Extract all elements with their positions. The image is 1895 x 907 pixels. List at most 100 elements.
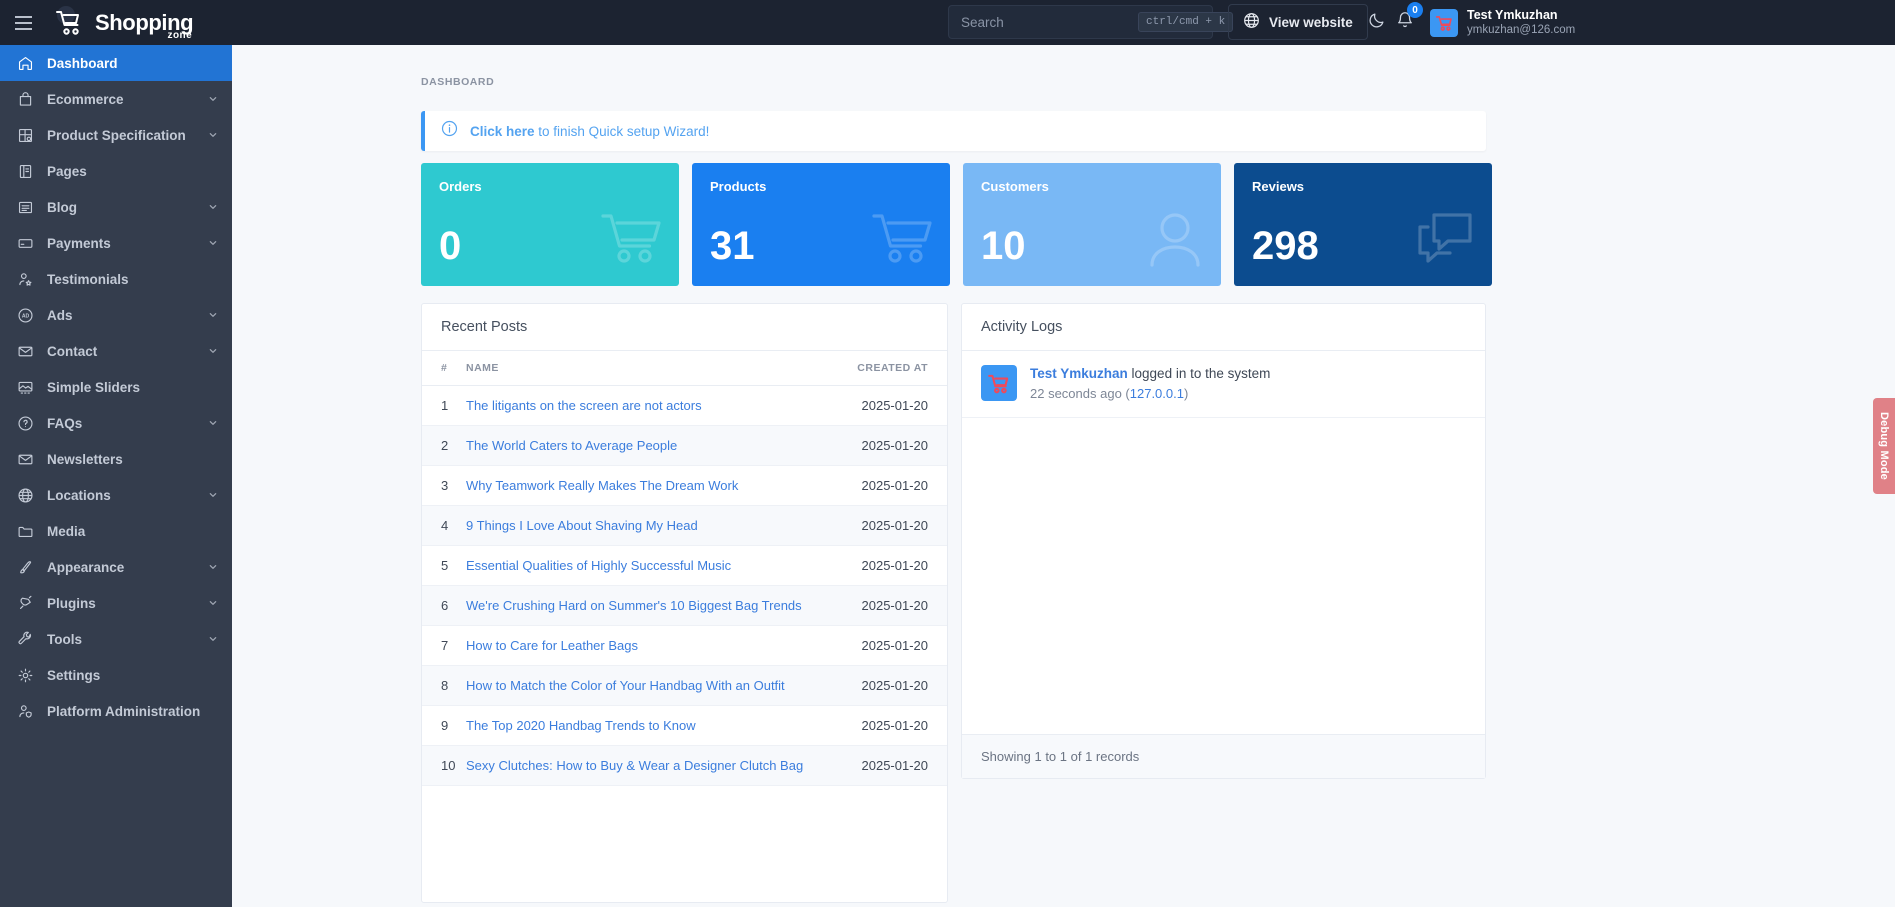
sidebar-item-product-specification[interactable]: Product Specification [0, 117, 232, 153]
chevron-down-icon[interactable] [208, 596, 218, 611]
post-link[interactable]: Why Teamwork Really Makes The Dream Work [466, 478, 738, 493]
avatar [1430, 9, 1458, 37]
sidebar-item-dashboard[interactable]: Dashboard [0, 45, 232, 81]
chevron-down-icon[interactable] [208, 632, 218, 647]
menu-toggle-icon[interactable] [0, 0, 46, 45]
sidebar-item-payments[interactable]: Payments [0, 225, 232, 261]
notifications-button[interactable]: 0 [1388, 0, 1422, 45]
view-website-button[interactable]: View website [1228, 4, 1368, 40]
row-number: 10 [422, 746, 466, 786]
chevron-down-icon[interactable] [208, 92, 218, 107]
sidebar-item-tools[interactable]: Tools [0, 621, 232, 657]
cart-icon [872, 211, 934, 272]
stat-card-value: 31 [710, 226, 755, 266]
row-created-at: 2025-01-20 [846, 466, 947, 506]
post-link[interactable]: How to Care for Leather Bags [466, 638, 638, 653]
alert-link[interactable]: Click here [470, 124, 535, 139]
debug-mode-tab[interactable]: Debug Mode [1873, 398, 1895, 494]
stat-card-reviews[interactable]: Reviews298 [1234, 163, 1492, 286]
home-icon [17, 55, 34, 72]
chevron-down-icon[interactable] [208, 200, 218, 215]
sidebar-item-newsletters[interactable]: Newsletters [0, 441, 232, 477]
sidebar-item-pages[interactable]: Pages [0, 153, 232, 189]
post-link[interactable]: How to Match the Color of Your Handbag W… [466, 678, 785, 693]
bag-icon [17, 91, 34, 108]
row-number: 4 [422, 506, 466, 546]
brand-subtitle: zone [167, 30, 192, 41]
gear-icon [17, 667, 34, 684]
post-link[interactable]: The World Caters to Average People [466, 438, 677, 453]
sidebar-item-media[interactable]: Media [0, 513, 232, 549]
user-email: ymkuzhan@126.com [1467, 23, 1575, 37]
card-icon [17, 235, 34, 252]
sidebar-item-contact[interactable]: Contact [0, 333, 232, 369]
plug-icon [17, 595, 34, 612]
sidebar-item-platform-administration[interactable]: Platform Administration [0, 693, 232, 729]
sidebar-item-ecommerce[interactable]: Ecommerce [0, 81, 232, 117]
row-name-cell: The World Caters to Average People [466, 426, 846, 466]
row-number: 2 [422, 426, 466, 466]
sidebar-item-blog[interactable]: Blog [0, 189, 232, 225]
stat-card-title: Orders [439, 179, 661, 194]
chevron-down-icon[interactable] [208, 128, 218, 143]
sidebar-item-locations[interactable]: Locations [0, 477, 232, 513]
chevron-down-icon[interactable] [208, 308, 218, 323]
table-row: 7How to Care for Leather Bags2025-01-20 [422, 626, 947, 666]
activity-user-link[interactable]: Test Ymkuzhan [1030, 366, 1128, 381]
activity-meta: 22 seconds ago (127.0.0.1) [1030, 384, 1270, 404]
activity-ip-link[interactable]: 127.0.0.1 [1130, 386, 1184, 401]
globe-icon [1243, 12, 1260, 32]
post-link[interactable]: 9 Things I Love About Shaving My Head [466, 518, 698, 533]
activity-text: Test Ymkuzhan logged in to the system [1030, 365, 1270, 384]
row-created-at: 2025-01-20 [846, 586, 947, 626]
recent-posts-panel: Recent Posts # NAME CREATED AT 1The liti… [421, 303, 948, 903]
stat-card-title: Products [710, 179, 932, 194]
sidebar-item-faqs[interactable]: FAQs [0, 405, 232, 441]
sidebar-item-ads[interactable]: ADAds [0, 297, 232, 333]
sidebar-item-appearance[interactable]: Appearance [0, 549, 232, 585]
column-header-num: # [422, 351, 466, 386]
sidebar-item-settings[interactable]: Settings [0, 657, 232, 693]
stat-card-customers[interactable]: Customers10 [963, 163, 1221, 286]
envelope-icon [17, 451, 34, 468]
chevron-down-icon[interactable] [208, 344, 218, 359]
post-link[interactable]: Sexy Clutches: How to Buy & Wear a Desig… [466, 758, 803, 773]
chevron-down-icon[interactable] [208, 416, 218, 431]
shopping-cart-logo-icon [52, 6, 88, 40]
wrench-icon [17, 631, 34, 648]
search-input[interactable] [961, 15, 1138, 30]
sidebar: DashboardEcommerceProduct SpecificationP… [0, 45, 232, 907]
stat-card-products[interactable]: Products 31 [692, 163, 950, 286]
post-link[interactable]: We're Crushing Hard on Summer's 10 Bigge… [466, 598, 802, 613]
sidebar-item-simple-sliders[interactable]: Simple Sliders [0, 369, 232, 405]
info-circle-icon [441, 120, 458, 142]
sidebar-item-label: Simple Sliders [47, 380, 218, 395]
chevron-down-icon[interactable] [208, 236, 218, 251]
stat-card-orders[interactable]: Orders0 [421, 163, 679, 286]
table-row: 1The litigants on the screen are not act… [422, 386, 947, 426]
post-link[interactable]: The Top 2020 Handbag Trends to Know [466, 718, 696, 733]
table-row: 5Essential Qualities of Highly Successfu… [422, 546, 947, 586]
post-link[interactable]: The litigants on the screen are not acto… [466, 398, 702, 413]
user-icon [1145, 211, 1205, 272]
table-row: 9The Top 2020 Handbag Trends to Know2025… [422, 706, 947, 746]
chevron-down-icon[interactable] [208, 560, 218, 575]
quick-setup-alert[interactable]: Click here to finish Quick setup Wizard! [421, 111, 1486, 151]
brand-logo[interactable]: Shopping zone [52, 6, 193, 40]
table-row: 10Sexy Clutches: How to Buy & Wear a Des… [422, 746, 947, 786]
post-link[interactable]: Essential Qualities of Highly Successful… [466, 558, 731, 573]
row-created-at: 2025-01-20 [846, 426, 947, 466]
user-menu[interactable]: Test Ymkuzhan ymkuzhan@126.com [1430, 0, 1575, 45]
row-name-cell: Sexy Clutches: How to Buy & Wear a Desig… [466, 746, 846, 786]
activity-log-item: Test Ymkuzhan logged in to the system 22… [962, 351, 1485, 418]
chevron-down-icon[interactable] [208, 488, 218, 503]
stat-card-title: Customers [981, 179, 1203, 194]
row-name-cell: The Top 2020 Handbag Trends to Know [466, 706, 846, 746]
sidebar-item-testimonials[interactable]: Testimonials [0, 261, 232, 297]
sidebar-item-label: Dashboard [47, 56, 218, 71]
question-icon [17, 415, 34, 432]
row-number: 7 [422, 626, 466, 666]
sidebar-item-plugins[interactable]: Plugins [0, 585, 232, 621]
search-box[interactable]: ctrl/cmd + k [948, 5, 1213, 39]
row-created-at: 2025-01-20 [846, 666, 947, 706]
